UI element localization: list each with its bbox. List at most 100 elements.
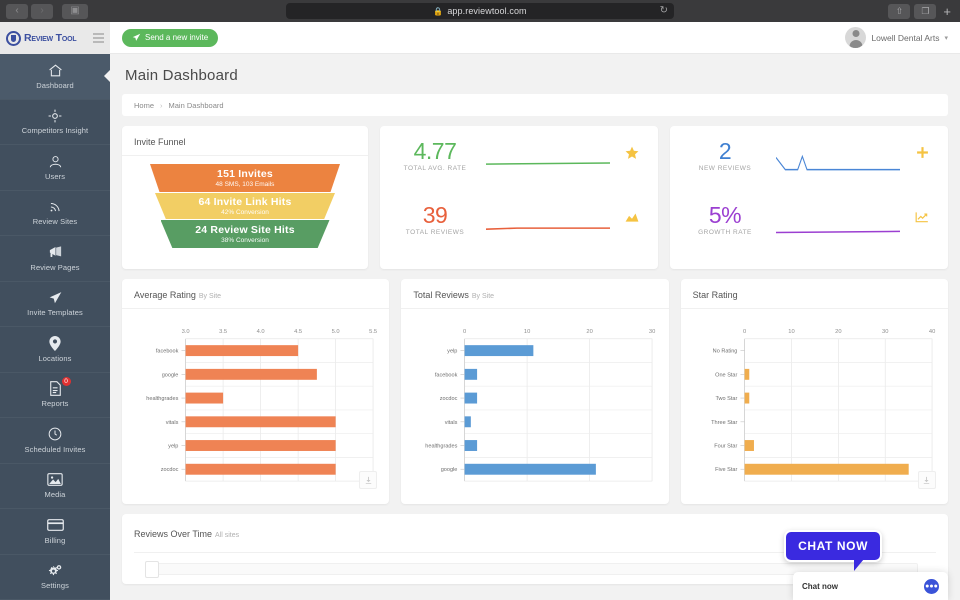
svg-text:yelp: yelp — [168, 444, 178, 450]
breadcrumb-item-current: Main Dashboard — [169, 101, 224, 110]
breadcrumb-item-home[interactable]: Home — [134, 101, 154, 110]
sidebar-item-billing[interactable]: Billing — [0, 509, 110, 555]
sidebar-item-scheduled-invites[interactable]: Scheduled Invites — [0, 418, 110, 464]
funnel-stage-invites[interactable]: 151 Invites 48 SMS, 103 Emails — [150, 164, 340, 192]
back-icon: ‹ — [15, 6, 18, 16]
sidebar-item-locations[interactable]: Locations — [0, 327, 110, 373]
svg-text:healthgrades: healthgrades — [146, 396, 178, 402]
star-rating-title: Star Rating — [681, 279, 948, 309]
sidebar-item-label: Users — [45, 172, 65, 181]
sidebar-item-media[interactable]: Media — [0, 464, 110, 510]
send-new-invite-label: Send a new invite — [145, 33, 208, 42]
star-rating-svg: 010203040No RatingOne StarTwo StarThree … — [691, 317, 938, 491]
page-title: Main Dashboard — [110, 54, 960, 84]
svg-text:20: 20 — [835, 329, 841, 335]
breadcrumb-separator: › — [160, 101, 163, 110]
svg-text:zocdoc: zocdoc — [440, 396, 458, 402]
stats-card-primary: 4.77 TOTAL AVG. RATE 39 TOTAL REVIEWS — [380, 126, 658, 269]
svg-text:30: 30 — [882, 329, 888, 335]
stat-label: TOTAL REVIEWS — [396, 229, 474, 236]
tabs-button[interactable]: ❐ — [914, 4, 936, 19]
account-name: Lowell Dental Arts — [871, 33, 939, 43]
chat-icon[interactable]: ●●● — [924, 579, 939, 594]
credit-card-icon — [47, 518, 64, 533]
brand-header[interactable]: Review Tool — [0, 22, 110, 54]
forward-button[interactable]: › — [31, 4, 53, 19]
hamburger-icon[interactable] — [93, 33, 104, 43]
sidebar-item-label: Competitors Insight — [22, 126, 89, 135]
total-reviews-chart-card: Total ReviewsBy Site 0102030yelpfacebook… — [401, 279, 668, 504]
svg-text:facebook: facebook — [435, 372, 458, 378]
svg-text:yelp: yelp — [448, 349, 458, 355]
sidebar-item-users[interactable]: Users — [0, 145, 110, 191]
send-new-invite-button[interactable]: Send a new invite — [122, 29, 218, 47]
sidebar-item-label: Billing — [45, 536, 66, 545]
svg-text:40: 40 — [929, 329, 935, 335]
sidebar-item-label: Settings — [41, 581, 69, 590]
funnel-stage-value: 24 Review Site Hits — [161, 224, 330, 236]
star-rating-chart-card: Star Rating 010203040No RatingOne StarTw… — [681, 279, 948, 504]
app-shell: Review Tool Dashboard Competitors Insigh… — [0, 22, 960, 600]
chevron-down-icon: ▾ — [944, 34, 948, 42]
download-chart-button[interactable] — [918, 471, 936, 489]
funnel-stage-detail: 38% Conversion — [161, 237, 330, 244]
reviews-over-time-title: Reviews Over Time — [134, 529, 212, 539]
download-chart-button[interactable] — [359, 471, 377, 489]
reload-icon[interactable]: ↻ — [660, 5, 668, 16]
download-icon — [364, 476, 373, 485]
stat-total-reviews: 39 TOTAL REVIEWS — [396, 204, 642, 238]
sidebar-item-settings[interactable]: Settings — [0, 555, 110, 600]
stats-card-secondary: 2 NEW REVIEWS 5% GROWTH RATE — [670, 126, 948, 269]
new-tab-button[interactable]: + — [940, 4, 954, 19]
paper-plane-icon — [132, 33, 141, 42]
paper-plane-icon — [48, 290, 63, 305]
address-bar[interactable]: 🔒 app.reviewtool.com ↻ — [286, 3, 674, 19]
home-icon — [48, 63, 63, 78]
reviewtool-logo-icon — [6, 31, 21, 46]
sidebar-item-review-pages[interactable]: Review Pages — [0, 236, 110, 282]
funnel-stage-link-hits[interactable]: 64 Invite Link Hits 42% Conversion — [155, 193, 335, 219]
svg-text:10: 10 — [788, 329, 794, 335]
sidebar-item-reports[interactable]: 0 Reports — [0, 373, 110, 419]
sidebar-item-competitors-insight[interactable]: Competitors Insight — [0, 100, 110, 146]
sidebar-toggle-button[interactable]: ▣ — [62, 4, 88, 19]
chat-now-tooltip[interactable]: CHAT NOW — [784, 530, 882, 562]
sidebar-item-dashboard[interactable]: Dashboard — [0, 54, 110, 100]
url-text: app.reviewtool.com — [447, 6, 526, 16]
svg-text:google: google — [162, 372, 179, 378]
main-content: Send a new invite Lowell Dental Arts ▾ M… — [110, 22, 960, 600]
stat-value: 5% — [686, 204, 764, 227]
svg-text:3.0: 3.0 — [182, 329, 190, 335]
slider-handle[interactable] — [145, 561, 159, 578]
average-rating-plot: 3.03.54.04.55.05.5facebookgooglehealthgr… — [122, 309, 389, 495]
charts-row: Average RatingBy Site 3.03.54.04.55.05.5… — [110, 279, 960, 504]
svg-text:0: 0 — [743, 329, 746, 335]
star-rating-plot: 010203040No RatingOne StarTwo StarThree … — [681, 309, 948, 495]
chart-title-text: Star Rating — [693, 290, 738, 300]
sidebar-item-review-sites[interactable]: Review Sites — [0, 191, 110, 237]
chat-panel[interactable]: Chat now ●●● — [793, 572, 948, 600]
area-chart-icon — [622, 204, 642, 228]
reviews-over-time-subtitle: All sites — [215, 532, 239, 539]
svg-text:5.0: 5.0 — [332, 329, 340, 335]
reports-badge: 0 — [62, 377, 71, 386]
sidebar-item-label: Review Pages — [30, 263, 79, 272]
sidebar-item-label: Scheduled Invites — [25, 445, 86, 454]
share-button[interactable]: ⇧ — [888, 4, 910, 19]
account-menu[interactable]: Lowell Dental Arts ▾ — [845, 27, 948, 48]
chat-panel-label: Chat now — [802, 582, 838, 591]
clock-icon — [48, 427, 62, 442]
svg-text:3.5: 3.5 — [219, 329, 227, 335]
funnel-stage-site-hits[interactable]: 24 Review Site Hits 38% Conversion — [161, 220, 330, 248]
breadcrumb: Home › Main Dashboard — [122, 94, 948, 116]
line-chart-icon — [912, 204, 932, 228]
back-button[interactable]: ‹ — [6, 4, 28, 19]
tabs-icon: ❐ — [921, 6, 929, 17]
map-pin-icon — [49, 336, 61, 351]
svg-text:One Star: One Star — [715, 372, 737, 378]
sidebar-item-label: Locations — [38, 354, 71, 363]
users-icon — [48, 154, 63, 169]
share-icon: ⇧ — [896, 6, 904, 17]
svg-text:google: google — [441, 467, 458, 473]
sidebar-item-invite-templates[interactable]: Invite Templates — [0, 282, 110, 328]
